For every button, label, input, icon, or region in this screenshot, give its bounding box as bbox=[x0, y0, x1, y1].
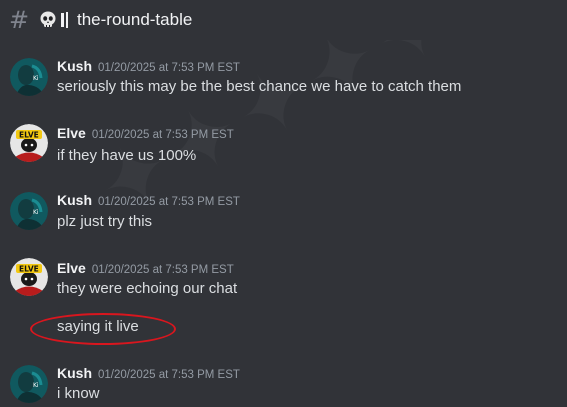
message-text: if they have us 100% bbox=[57, 147, 197, 164]
message-text: they were echoing our chat bbox=[57, 280, 238, 297]
hash-icon: # bbox=[8, 6, 30, 34]
svg-text:Ki: Ki bbox=[33, 209, 39, 216]
svg-text:ELVE: ELVE bbox=[19, 265, 39, 274]
red-highlight-circle bbox=[30, 313, 176, 345]
svg-text:Ki: Ki bbox=[33, 382, 39, 389]
svg-text:ELVE: ELVE bbox=[19, 131, 39, 140]
divider-glyph bbox=[66, 12, 68, 28]
channel-name: the-round-table bbox=[77, 10, 193, 29]
message-timestamp: 01/20/2025 at 7:53 PM EST bbox=[91, 264, 234, 276]
message-timestamp: 01/20/2025 at 7:53 PM EST bbox=[98, 62, 240, 74]
message-timestamp: 01/20/2025 at 7:53 PM EST bbox=[98, 369, 240, 381]
divider-glyph bbox=[61, 13, 64, 27]
channel-header: # the-round-table bbox=[0, 0, 567, 40]
svg-text:Ki: Ki bbox=[33, 75, 39, 82]
avatar[interactable]: ELVE bbox=[10, 124, 48, 162]
message-timestamp: 01/20/2025 at 7:53 PM EST bbox=[98, 196, 240, 208]
message-text: plz just try this bbox=[57, 213, 153, 230]
avatar[interactable]: Ki bbox=[10, 192, 48, 230]
message-timestamp: 01/20/2025 at 7:53 PM EST bbox=[91, 129, 234, 141]
avatar[interactable]: ELVE bbox=[10, 258, 48, 296]
skull-icon bbox=[40, 11, 56, 27]
chat-window: ✦✦✦✦✦ # the-round-table Ki Kush01/20/202… bbox=[0, 0, 567, 407]
message-text: seriously this may be the best chance we… bbox=[57, 78, 462, 95]
message-author[interactable]: Elve 01/20/2025 at 7:53 PM EST bbox=[57, 260, 234, 276]
message-author[interactable]: Kush 01/20/2025 at 7:53 PM EST bbox=[57, 192, 240, 208]
message-author[interactable]: Elve 01/20/2025 at 7:53 PM EST bbox=[57, 125, 234, 141]
message-author[interactable]: Kush 01/20/2025 at 7:53 PM EST bbox=[57, 58, 240, 74]
message-text: i know bbox=[57, 385, 100, 402]
avatar[interactable]: Ki bbox=[10, 365, 48, 403]
message-author[interactable]: Kush 01/20/2025 at 7:53 PM EST bbox=[57, 365, 240, 381]
avatar[interactable]: Ki bbox=[10, 58, 48, 96]
